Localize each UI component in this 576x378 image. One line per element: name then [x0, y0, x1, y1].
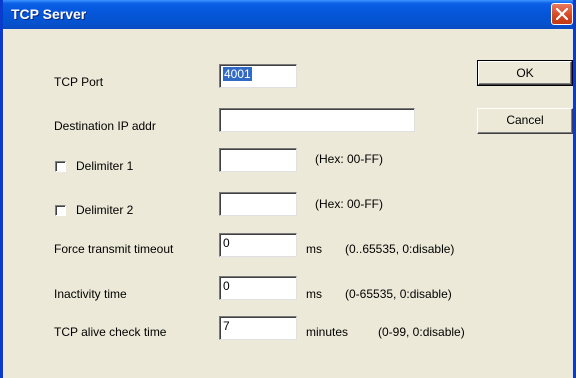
delimiter2-input[interactable] [219, 192, 297, 216]
delimiter1-checkbox[interactable] [55, 161, 66, 172]
delimiter2-label: Delimiter 2 [76, 203, 134, 217]
title-bar[interactable]: TCP Server [3, 0, 573, 29]
tcp-port-value: 4001 [223, 67, 252, 81]
close-button[interactable] [551, 3, 573, 25]
destination-ip-label: Destination IP addr [54, 119, 156, 133]
delimiter1-hint: (Hex: 00-FF) [315, 152, 384, 166]
delimiter2-checkbox[interactable] [55, 205, 66, 216]
alive-check-input[interactable]: 7 [219, 316, 297, 340]
force-timeout-label: Force transmit timeout [54, 242, 174, 256]
tcp-server-dialog: TCP Server TCP Port 4001 OK Cancel Desti… [0, 0, 576, 378]
alive-check-label: TCP alive check time [54, 325, 167, 339]
inactivity-label: Inactivity time [54, 287, 127, 301]
tcp-port-label: TCP Port [54, 75, 104, 89]
window-title: TCP Server [11, 6, 87, 22]
delimiter1-input[interactable] [219, 148, 297, 172]
inactivity-input[interactable]: 0 [219, 276, 297, 300]
force-timeout-unit: ms [306, 242, 322, 256]
force-timeout-hint: (0..65535, 0:disable) [345, 242, 455, 256]
ok-button[interactable]: OK [477, 60, 573, 86]
close-icon [556, 8, 568, 20]
inactivity-unit: ms [306, 287, 322, 301]
inactivity-hint: (0-65535, 0:disable) [345, 287, 452, 301]
tcp-port-input[interactable]: 4001 [219, 64, 297, 88]
cancel-button[interactable]: Cancel [477, 108, 573, 134]
delimiter1-label: Delimiter 1 [76, 159, 134, 173]
alive-check-hint: (0-99, 0:disable) [378, 325, 465, 339]
destination-ip-input[interactable] [219, 108, 415, 132]
force-timeout-input[interactable]: 0 [219, 233, 297, 257]
alive-check-unit: minutes [306, 325, 349, 339]
delimiter2-hint: (Hex: 00-FF) [315, 197, 384, 211]
